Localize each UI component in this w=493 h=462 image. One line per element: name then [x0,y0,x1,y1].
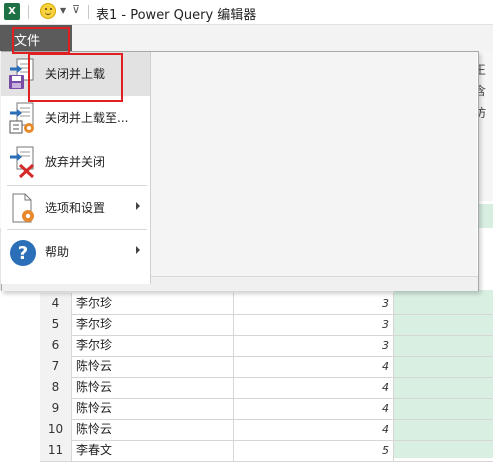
annotation-highlight-file [12,27,70,54]
cell-name[interactable]: 陈怜云 [72,356,234,377]
ribbon-tab-bar [0,25,493,51]
table-row[interactable]: 9 陈怜云 4 [40,398,493,420]
options-settings-icon [12,193,34,223]
smiley-face-icon[interactable] [40,3,56,19]
chevron-down-icon[interactable]: ▼ [60,6,66,15]
annotation-highlight-close-and-load [28,53,123,102]
cell-value[interactable]: 4 [234,377,394,398]
menu-item-label: 帮助 [45,245,70,259]
menu-item-label: 选项和设置 [45,201,106,215]
toolbar-separator [28,5,29,19]
menu-item-options-settings[interactable]: 选项和设置 [1,186,150,230]
cell-name[interactable]: 李尔珍 [72,293,234,314]
table-row[interactable]: 5 李尔珍 3 [40,314,493,336]
row-index: 5 [40,314,72,335]
chevron-right-icon [136,202,140,210]
row-index: 4 [40,293,72,314]
cell-value[interactable]: 4 [234,356,394,377]
table-row[interactable]: 6 李尔珍 3 [40,335,493,357]
row-index: 9 [40,398,72,419]
table-row[interactable]: 10 陈怜云 4 [40,419,493,441]
file-menu-detail-pane [151,52,477,284]
cell-name[interactable]: 陈怜云 [72,398,234,419]
title-bar: X ▼ ⊽ 表1 - Power Query 编辑器 [0,0,493,25]
cell-name[interactable]: 李尔珍 [72,335,234,356]
menu-item-discard-and-close[interactable]: 放弃并关闭 [1,140,150,184]
cell-value[interactable]: 4 [234,419,394,440]
cell-name[interactable]: 陈怜云 [72,377,234,398]
menu-item-label: 放弃并关闭 [45,155,106,169]
table-row[interactable]: 11 李春文 5 [40,440,493,462]
cell-value[interactable]: 3 [234,314,394,335]
cell-value[interactable]: 3 [234,293,394,314]
cell-value[interactable]: 3 [234,335,394,356]
menu-item-help[interactable]: ? 帮助 [1,230,150,274]
menu-item-close-and-load-to[interactable]: 关闭并上载至... [1,96,150,140]
row-index: 6 [40,335,72,356]
window-title: 表1 - Power Query 编辑器 [96,8,257,23]
row-index: 8 [40,377,72,398]
table-row[interactable]: 7 陈怜云 4 [40,356,493,378]
customize-toolbar-icon[interactable]: ⊽ [72,3,80,16]
menu-item-label: 关闭并上载至... [45,111,129,125]
discard-and-close-icon [10,146,35,179]
toolbar-separator [88,5,89,19]
table-row[interactable]: 4 李尔珍 3 [40,293,493,315]
svg-text:?: ? [18,243,28,264]
row-index: 7 [40,356,72,377]
help-icon: ? [10,240,36,266]
close-and-load-to-icon [9,102,34,134]
cell-name[interactable]: 李尔珍 [72,314,234,335]
table-row[interactable]: 8 陈怜云 4 [40,377,493,399]
cell-value[interactable]: 4 [234,398,394,419]
excel-icon[interactable]: X [4,3,20,20]
chevron-right-icon [136,246,140,254]
cell-name[interactable]: 陈怜云 [72,419,234,440]
row-index: 10 [40,419,72,440]
